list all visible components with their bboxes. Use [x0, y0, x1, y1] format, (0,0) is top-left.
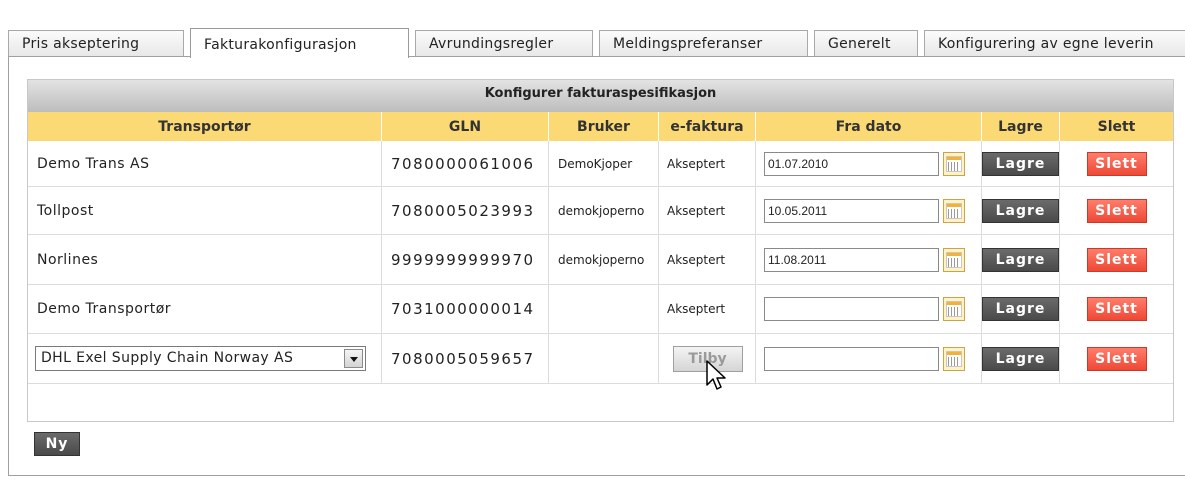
cell-gln: 7080005023993	[382, 187, 549, 235]
cell-transport: DHL Exel Supply Chain Norway AS	[28, 334, 382, 384]
tab-fakturakonfigurasjon[interactable]: Fakturakonfigurasjon	[190, 28, 409, 58]
cell-gln: 7080000061006	[382, 141, 549, 187]
calendar-icon[interactable]	[943, 198, 965, 223]
cell-date: 01.07.2010	[756, 141, 982, 187]
header-save: Lagre	[982, 112, 1060, 141]
date-field[interactable]	[764, 297, 939, 321]
calendar-icon[interactable]	[943, 346, 965, 371]
tab-avrundingsregler[interactable]: Avrundingsregler	[415, 30, 593, 56]
table-caption: Konfigurer fakturaspesifikasjon	[28, 80, 1173, 112]
cell-user	[549, 334, 659, 384]
calendar-icon[interactable]	[943, 247, 965, 272]
date-field[interactable]: 10.05.2011	[764, 198, 939, 223]
header-delete: Slett	[1060, 112, 1173, 141]
tab-pris-akseptering[interactable]: Pris akseptering	[8, 30, 184, 56]
delete-button[interactable]: Slett	[1086, 151, 1147, 176]
cell-delete: Slett	[1060, 235, 1173, 285]
cell-save: Lagre	[982, 334, 1060, 384]
tab-bar: Pris akseptering Fakturakonfigurasjon Av…	[8, 28, 1185, 58]
cell-efaktura: Akseptert	[659, 187, 756, 235]
header-gln: GLN	[382, 112, 549, 141]
calendar-icon[interactable]	[943, 297, 965, 321]
save-button[interactable]: Lagre	[982, 198, 1059, 223]
cell-delete: Slett	[1060, 334, 1173, 384]
date-field[interactable]	[764, 346, 939, 371]
cell-gln: 7080005059657	[382, 334, 549, 384]
tab-konfigurering[interactable]: Konfigurering av egne leverin	[924, 30, 1185, 56]
cell-user	[549, 285, 659, 334]
header-date: Fra dato	[756, 112, 982, 141]
cell-save: Lagre	[982, 141, 1060, 187]
cell-user: DemoKjoper	[549, 141, 659, 187]
cell-date: 10.05.2011	[756, 187, 982, 235]
mouse-pointer-icon	[706, 360, 726, 390]
transporter-select-value: DHL Exel Supply Chain Norway AS	[41, 350, 294, 366]
calendar-icon[interactable]	[943, 151, 965, 176]
cell-date	[756, 285, 982, 334]
cell-save: Lagre	[982, 235, 1060, 285]
cell-date	[756, 334, 982, 384]
cell-transport: Tollpost	[28, 187, 382, 235]
cell-delete: Slett	[1060, 141, 1173, 187]
save-button[interactable]: Lagre	[982, 247, 1059, 272]
cell-transport: Norlines	[28, 235, 382, 285]
tab-generelt[interactable]: Generelt	[814, 30, 918, 56]
cell-efaktura: Akseptert	[659, 285, 756, 334]
cell-gln: 9999999999970	[382, 235, 549, 285]
cell-date: 11.08.2011	[756, 235, 982, 285]
header-efaktura: e-faktura	[659, 112, 756, 141]
tab-meldingspreferanser[interactable]: Meldingspreferanser	[599, 30, 808, 56]
cell-user: demokjoperno	[549, 187, 659, 235]
cell-transport: Demo Trans AS	[28, 141, 382, 187]
date-field[interactable]: 11.08.2011	[764, 247, 939, 272]
invoice-config-table: Konfigurer fakturaspesifikasjon Transpor…	[27, 79, 1174, 422]
new-row-button[interactable]: Ny	[34, 432, 80, 456]
cell-delete: Slett	[1060, 285, 1173, 334]
delete-button[interactable]: Slett	[1086, 297, 1147, 321]
delete-button[interactable]: Slett	[1086, 247, 1147, 272]
save-button[interactable]: Lagre	[982, 297, 1059, 321]
save-button[interactable]: Lagre	[982, 346, 1059, 371]
save-button[interactable]: Lagre	[982, 151, 1059, 176]
cell-save: Lagre	[982, 285, 1060, 334]
cell-user: demokjoperno	[549, 235, 659, 285]
cell-save: Lagre	[982, 187, 1060, 235]
chevron-down-icon[interactable]	[344, 349, 363, 368]
delete-button[interactable]: Slett	[1086, 198, 1147, 223]
cell-transport: Demo Transportør	[28, 285, 382, 334]
header-transport: Transportør	[28, 112, 382, 141]
delete-button[interactable]: Slett	[1086, 346, 1147, 371]
header-user: Bruker	[549, 112, 659, 141]
date-field[interactable]: 01.07.2010	[764, 151, 939, 176]
cell-efaktura: Akseptert	[659, 235, 756, 285]
cell-efaktura: Akseptert	[659, 141, 756, 187]
cell-delete: Slett	[1060, 187, 1173, 235]
cell-gln: 7031000000014	[382, 285, 549, 334]
transporter-select[interactable]: DHL Exel Supply Chain Norway AS	[35, 346, 366, 371]
